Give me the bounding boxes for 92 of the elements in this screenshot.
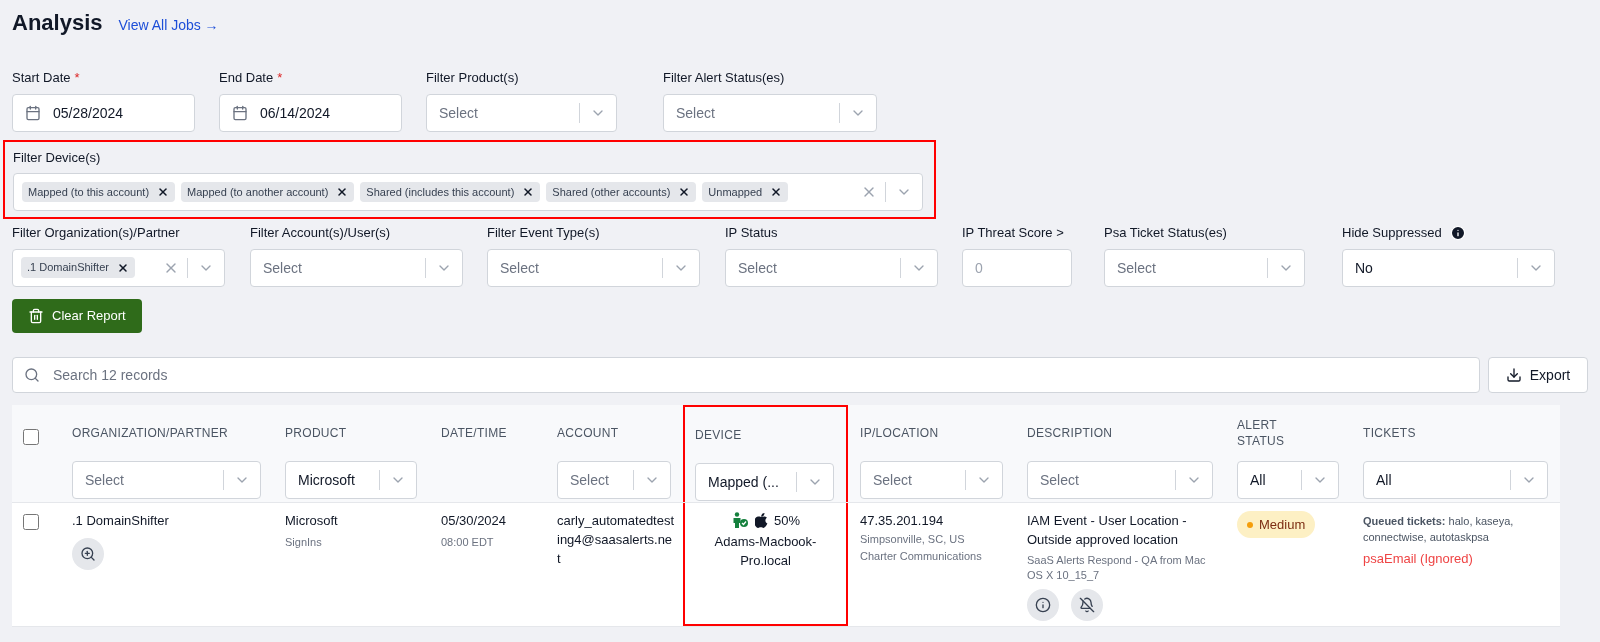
account-email: carly_automatedtesting4@saasalerts.net bbox=[557, 511, 675, 568]
tag-label: Mapped (to this account) bbox=[28, 184, 150, 200]
alert-status-badge: Medium bbox=[1237, 510, 1316, 539]
select-field[interactable]: Select bbox=[1104, 248, 1305, 287]
search-icon bbox=[24, 366, 40, 383]
filter-label: IP Threat Score > bbox=[962, 224, 1064, 242]
description-title: IAM Event - User Location - Outside approved location bbox=[1027, 511, 1188, 549]
column-header: ALERT STATUS bbox=[1237, 416, 1286, 449]
ip-address: 47.35.201.194 bbox=[860, 511, 945, 530]
product-type: SignIns bbox=[285, 535, 323, 550]
trash-icon bbox=[28, 307, 44, 324]
remove-icon[interactable] bbox=[336, 186, 349, 198]
multi-select[interactable]: .1 DomainShifter bbox=[12, 248, 225, 287]
multi-select[interactable]: Mapped (to this account) Mapped (to another account) Shared (includes this account) Shared (other accounts) Unmapped bbox=[13, 173, 923, 211]
calendar-icon bbox=[232, 104, 248, 121]
export-button[interactable]: Export bbox=[1488, 356, 1588, 393]
column-header: ORGANIZATION/PARTNER bbox=[72, 424, 228, 442]
calendar-icon bbox=[25, 104, 41, 121]
queued-tickets-text: Queued tickets: halo, kaseya, connectwise, autotaskpsa bbox=[1363, 513, 1515, 545]
select-all-checkbox[interactable] bbox=[23, 428, 39, 445]
filter-label: IP Status bbox=[725, 224, 778, 242]
ticket-status: psaEmail (Ignored) bbox=[1363, 549, 1474, 568]
column-header: DEVICE bbox=[695, 426, 742, 444]
location-text: Simpsonville, SC, US bbox=[860, 532, 966, 547]
select-field[interactable]: Select bbox=[426, 93, 617, 132]
tag-label: .1 DomainShifter bbox=[27, 260, 109, 276]
required-mark: * bbox=[74, 69, 80, 87]
view-all-jobs-link[interactable]: View All Jobs → bbox=[118, 15, 219, 35]
column-header: PRODUCT bbox=[285, 424, 347, 442]
remove-icon[interactable] bbox=[522, 186, 535, 198]
filter-label: Filter Alert Status(es) bbox=[663, 69, 785, 87]
select-field[interactable]: Select bbox=[487, 248, 700, 287]
filter-label: Filter Device(s) bbox=[13, 148, 102, 167]
device-percent: 50% bbox=[774, 511, 800, 530]
zoom-button[interactable] bbox=[72, 538, 104, 570]
event-date: 05/30/2024 bbox=[441, 511, 508, 530]
date-field[interactable]: 06/14/2024 bbox=[219, 93, 402, 132]
bell-off-icon bbox=[1079, 596, 1095, 613]
select-field[interactable]: Select bbox=[725, 248, 938, 287]
row-checkbox[interactable] bbox=[23, 513, 39, 530]
page-title: Analysis bbox=[12, 9, 103, 37]
description-detail: SaaS Alerts Respond - QA from Mac OS X 10_15_7 bbox=[1027, 552, 1207, 583]
product-name: Microsoft bbox=[285, 511, 339, 530]
filter-label: Filter Event Type(s) bbox=[487, 224, 600, 242]
download-icon bbox=[1505, 366, 1522, 383]
organization-cell-text: .1 DomainShifter bbox=[72, 511, 170, 530]
select-field[interactable]: Select bbox=[250, 248, 463, 287]
column-header: TICKETS bbox=[1363, 424, 1416, 442]
column-header: IP/LOCATION bbox=[860, 424, 939, 442]
column-filter[interactable]: All bbox=[1237, 460, 1339, 499]
event-time: 08:00 EDT bbox=[441, 535, 495, 550]
column-filter[interactable]: Select bbox=[557, 460, 671, 499]
number-field[interactable]: 0 bbox=[962, 248, 1072, 287]
column-filter[interactable]: Select bbox=[860, 460, 1003, 499]
column-header: DESCRIPTION bbox=[1027, 424, 1113, 442]
mute-button[interactable] bbox=[1071, 588, 1103, 621]
filter-label: Hide Suppressed bbox=[1342, 224, 1442, 242]
column-header: DATE/TIME bbox=[441, 424, 507, 442]
select-field[interactable]: Select bbox=[663, 93, 877, 132]
column-header: ACCOUNT bbox=[557, 424, 619, 442]
clear-report-button[interactable]: Clear Report bbox=[12, 298, 142, 333]
apple-icon bbox=[755, 512, 768, 528]
filter-label: Start Date bbox=[12, 69, 71, 87]
info-button[interactable] bbox=[1027, 588, 1059, 621]
info-icon[interactable] bbox=[1449, 224, 1466, 241]
info-icon bbox=[1035, 596, 1051, 613]
column-filter[interactable]: Microsoft bbox=[285, 460, 417, 499]
filter-label: End Date bbox=[219, 69, 274, 87]
search-field[interactable]: Search 12 records bbox=[12, 356, 1480, 393]
select-field[interactable]: No bbox=[1342, 248, 1555, 287]
person-check-icon bbox=[731, 512, 749, 529]
zoom-in-icon bbox=[80, 546, 96, 562]
column-filter[interactable]: All bbox=[1363, 460, 1548, 499]
filter-label: Filter Product(s) bbox=[426, 69, 519, 87]
column-filter[interactable]: Mapped (... bbox=[695, 462, 834, 501]
tag-label: Shared (other accounts) bbox=[552, 184, 671, 200]
remove-icon[interactable] bbox=[116, 261, 129, 274]
tag-label: Shared (includes this account) bbox=[366, 184, 515, 200]
tag-label: Unmapped bbox=[708, 184, 763, 200]
remove-icon[interactable] bbox=[678, 186, 691, 198]
filter-label: Filter Account(s)/User(s) bbox=[250, 224, 391, 242]
required-mark: * bbox=[277, 69, 283, 87]
remove-icon[interactable] bbox=[770, 186, 783, 198]
tag-label: Mapped (to another account) bbox=[187, 184, 329, 200]
filter-label: Psa Ticket Status(es) bbox=[1104, 224, 1227, 242]
device-name: Adams-Macbook-Pro.local bbox=[713, 533, 818, 570]
column-filter[interactable]: Select bbox=[1027, 460, 1213, 499]
filter-label: Filter Organization(s)/Partner bbox=[12, 224, 180, 242]
remove-icon[interactable] bbox=[157, 186, 170, 198]
date-field[interactable]: 05/28/2024 bbox=[12, 93, 195, 132]
isp-text: Charter Communications bbox=[860, 549, 983, 564]
column-filter[interactable]: Select bbox=[72, 460, 261, 499]
